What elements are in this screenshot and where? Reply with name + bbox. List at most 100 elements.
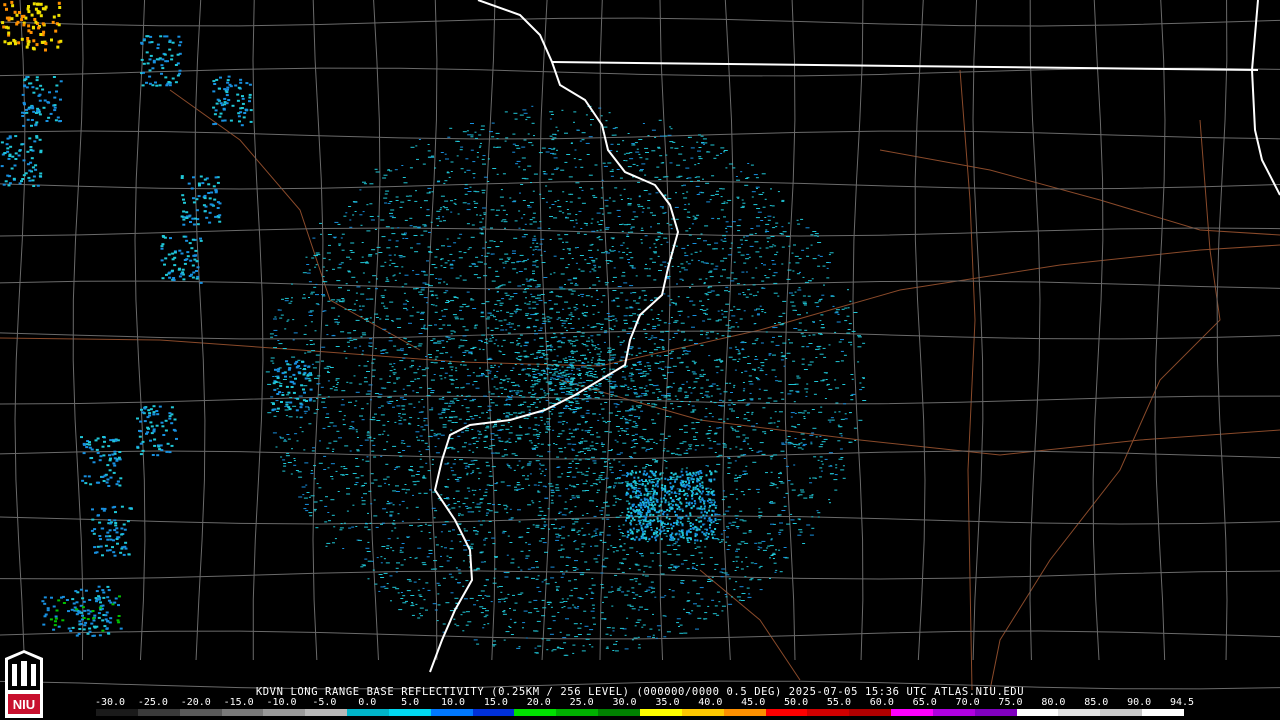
echo-pixel	[796, 391, 800, 393]
echo-pixel	[437, 342, 442, 344]
echo-pixel	[465, 624, 469, 626]
echo-pixel	[550, 524, 555, 525]
echo-pixel	[410, 605, 415, 607]
echo-pixel	[652, 634, 655, 636]
echo-pixel	[761, 287, 764, 289]
echo-pixel	[449, 400, 454, 402]
echo-pixel	[289, 397, 293, 399]
echo-pixel	[557, 373, 562, 375]
echo-pixel	[667, 501, 670, 503]
echo-pixel	[662, 439, 665, 441]
echo-pixel	[746, 411, 750, 413]
echo-pixel	[787, 269, 792, 271]
echo-pixel	[440, 494, 443, 496]
echo-pixel	[457, 213, 460, 215]
echo-pixel	[397, 327, 402, 328]
echo-pixel	[604, 228, 609, 230]
echo-pixel	[794, 426, 797, 428]
echo-pixel	[462, 630, 465, 632]
echo-pixel	[680, 580, 685, 582]
echo-pixel	[797, 329, 802, 331]
echo-pixel	[664, 366, 667, 368]
echo-pixel	[387, 500, 389, 502]
echo-pixel	[754, 241, 759, 243]
echo-pixel	[705, 408, 708, 410]
echo-pixel	[481, 373, 484, 374]
echo-pixel	[783, 547, 787, 548]
echo-pixel	[496, 586, 499, 588]
echo-pixel	[337, 223, 341, 225]
echo-pixel	[409, 167, 413, 169]
echo-pixel	[578, 382, 583, 384]
echo-pixel	[611, 368, 615, 370]
echo-pixel	[585, 400, 589, 402]
echo-pixel	[731, 221, 736, 223]
echo-pixel	[562, 212, 565, 214]
echo-pixel	[394, 169, 398, 171]
echo-pixel	[770, 539, 773, 541]
echo-pixel	[637, 181, 641, 183]
echo-pixel	[710, 400, 713, 402]
echo-pixel	[369, 436, 372, 438]
echo-pixel	[536, 586, 540, 588]
echo-pixel	[367, 541, 370, 543]
echo-pixel	[449, 127, 453, 129]
echo-pixel	[738, 293, 741, 295]
echo-pixel	[751, 413, 754, 415]
echo-pixel	[801, 412, 805, 414]
echo-pixel	[383, 197, 388, 199]
echo-pixel	[359, 415, 363, 417]
echo-pixel	[804, 329, 808, 331]
echo-pixel	[402, 595, 406, 597]
echo-pixel	[631, 405, 634, 407]
echo-pixel	[542, 353, 545, 355]
echo-pixel	[483, 544, 486, 546]
echo-pixel	[564, 375, 566, 377]
echo-pixel	[423, 420, 426, 422]
echo-pixel	[595, 479, 600, 481]
echo-pixel	[758, 511, 763, 513]
echo-pixel	[557, 234, 561, 236]
echo-pixel	[686, 296, 690, 298]
echo-pixel	[415, 392, 419, 394]
echo-pixel	[641, 626, 644, 628]
echo-pixel	[759, 547, 763, 549]
echo-pixel	[650, 552, 655, 554]
echo-pixel	[553, 363, 558, 365]
echo-pixel	[391, 217, 396, 219]
echo-pixel	[418, 613, 421, 615]
echo-pixel	[551, 409, 554, 410]
echo-pixel	[431, 507, 436, 509]
echo-pixel	[364, 377, 368, 379]
echo-pixel	[564, 361, 569, 363]
echo-pixel	[598, 236, 601, 238]
echo-pixel	[701, 142, 704, 144]
echo-pixel	[759, 305, 762, 307]
echo-pixel	[445, 352, 449, 354]
echo-pixel	[781, 323, 785, 325]
echo-pixel	[369, 216, 374, 217]
echo-pixel	[511, 395, 514, 397]
echo-pixel	[534, 246, 539, 248]
echo-pixel	[403, 292, 406, 294]
echo-pixel	[610, 586, 613, 588]
echo-pixel	[668, 589, 671, 590]
echo-pixel	[576, 373, 581, 375]
echo-pixel	[587, 337, 590, 339]
echo-pixel	[430, 304, 433, 306]
echo-pixel	[728, 522, 732, 524]
echo-pixel	[754, 323, 757, 324]
echo-pixel	[536, 610, 540, 612]
echo-pixel	[534, 330, 536, 332]
echo-pixel	[707, 430, 712, 432]
echo-pixel	[694, 449, 697, 451]
echo-pixel	[707, 291, 712, 293]
echo-pixel	[512, 594, 515, 596]
echo-pixel	[729, 247, 732, 249]
echo-pixel	[430, 390, 435, 391]
echo-pixel	[835, 309, 840, 311]
echo-pixel	[516, 344, 520, 346]
echo-pixel	[322, 310, 325, 312]
echo-pixel	[433, 433, 436, 435]
echo-pixel	[661, 368, 664, 370]
